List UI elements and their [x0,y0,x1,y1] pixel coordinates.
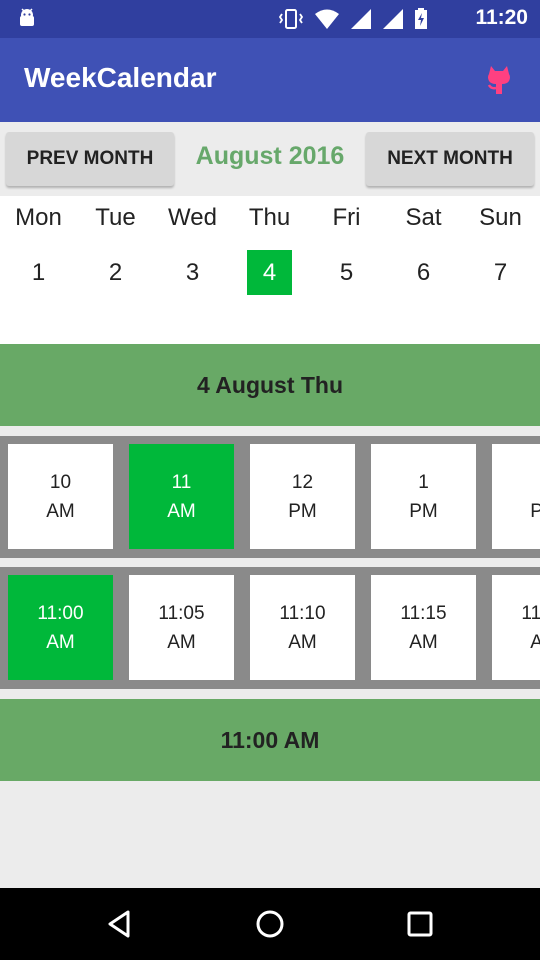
back-icon[interactable] [102,908,138,940]
hour-slot[interactable]: 2 PM [492,444,540,549]
week-strip: Mon 1 Tue 2 Wed 3 Thu 4 Fri 5 Sat 6 Sun … [0,196,540,344]
day-number[interactable]: 3 [170,250,215,295]
app-title: WeekCalendar [24,62,217,93]
minute-slot[interactable]: 11:05 AM [129,575,234,680]
day-name: Mon [15,204,62,231]
day-column[interactable]: Thu 4 [231,196,308,295]
selected-time-header: 11:00 AM [0,699,540,781]
github-icon[interactable] [484,64,514,96]
minute-slot[interactable]: 11:20 AM [492,575,540,680]
signal-icon [351,9,371,29]
day-name: Sun [479,204,522,231]
recents-icon[interactable] [402,908,438,940]
system-nav-bar [0,888,540,960]
day-name: Thu [248,204,291,231]
battery-charging-icon [415,8,427,29]
minute-slot[interactable]: 11:15 AM [371,575,476,680]
hour-slot-selected[interactable]: 11 AM [129,444,234,549]
day-column[interactable]: Sat 6 [385,196,462,295]
day-number[interactable]: 7 [478,250,523,295]
day-column[interactable]: Mon 1 [0,196,77,295]
hour-slot[interactable]: 12 PM [250,444,355,549]
next-month-button[interactable]: NEXT MONTH [366,132,534,186]
day-name: Wed [168,204,217,231]
signal-2-icon [383,9,403,29]
selected-date-header: 4 August Thu [0,344,540,426]
day-number[interactable]: 1 [16,250,61,295]
minute-slot-row[interactable]: 11:00 AM 11:05 AM 11:10 AM 11:15 AM 11:2… [0,567,540,689]
month-navigation: PREV MONTH August 2016 NEXT MONTH [0,122,540,196]
hour-slot[interactable]: 10 AM [8,444,113,549]
day-name: Sat [405,204,442,231]
minute-slot-selected[interactable]: 11:00 AM [8,575,113,680]
day-name: Fri [332,204,361,231]
day-number[interactable]: 2 [93,250,138,295]
day-column[interactable]: Fri 5 [308,196,385,295]
home-icon[interactable] [252,908,288,940]
day-column[interactable]: Sun 7 [462,196,539,295]
day-name: Tue [95,204,136,231]
prev-month-button[interactable]: PREV MONTH [6,132,174,186]
day-number-selected[interactable]: 4 [247,250,292,295]
month-label: August 2016 [195,142,345,170]
status-bar: 11:20 [0,0,540,38]
minute-slot[interactable]: 11:10 AM [250,575,355,680]
app-bar: WeekCalendar [0,38,540,122]
status-time: 11:20 [475,6,528,29]
day-number[interactable]: 5 [324,250,369,295]
day-column[interactable]: Tue 2 [77,196,154,295]
hour-slot-row[interactable]: 10 AM 11 AM 12 PM 1 PM 2 PM [0,436,540,558]
day-number[interactable]: 6 [401,250,446,295]
wifi-icon [315,9,339,29]
hour-slot[interactable]: 1 PM [371,444,476,549]
android-debug-icon [20,8,34,26]
day-column[interactable]: Wed 3 [154,196,231,295]
vibrate-icon [278,9,304,29]
